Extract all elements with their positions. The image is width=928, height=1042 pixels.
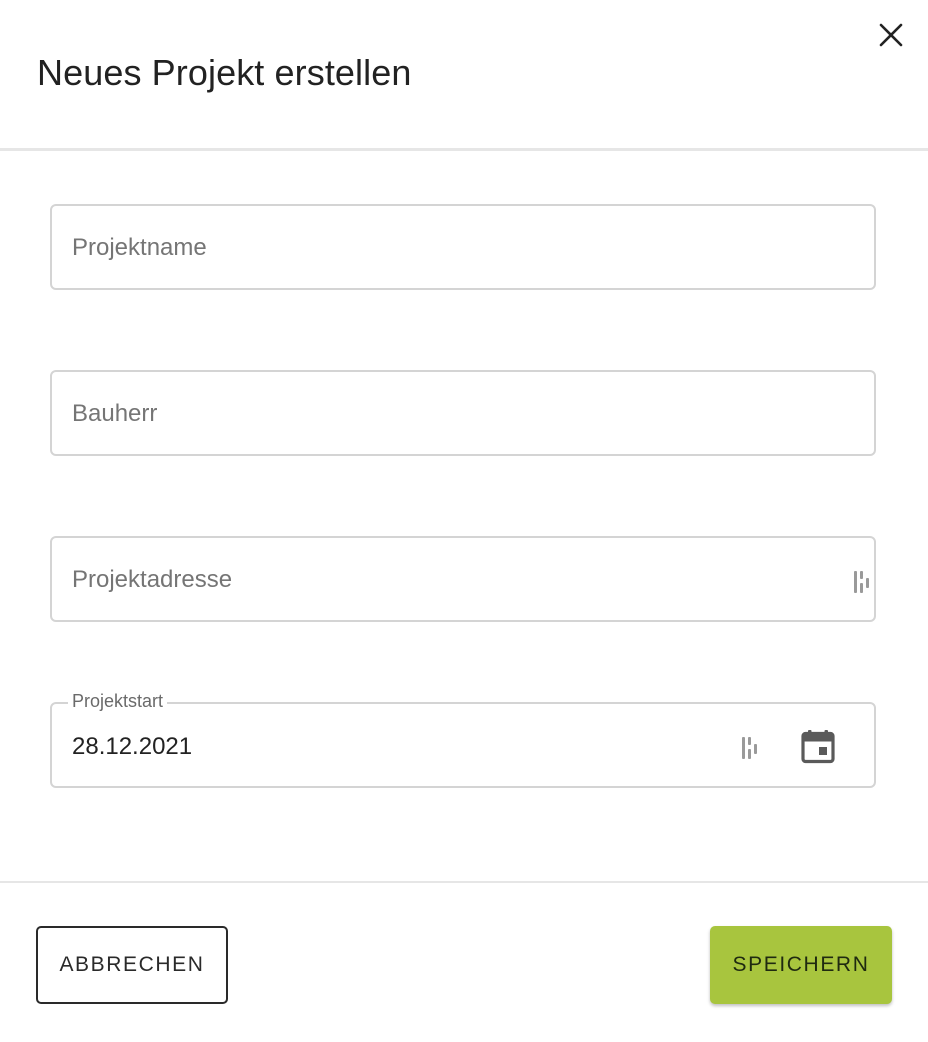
project-start-label: Projektstart [68,689,168,713]
footer-divider [0,881,928,883]
project-start-field[interactable]: Projektstart 28.12.2021 [50,689,876,788]
password-manager-icon[interactable] [740,736,760,760]
close-icon [879,23,903,47]
dialog-header: Neues Projekt erstellen [0,0,928,148]
project-address-input[interactable] [72,558,772,602]
password-manager-icon[interactable] [852,570,872,594]
project-address-field[interactable] [50,536,876,622]
project-start-value[interactable]: 28.12.2021 [72,731,192,763]
project-name-field[interactable] [50,204,876,290]
client-input[interactable] [72,392,772,436]
cancel-button[interactable]: ABBRECHEN [36,926,228,1004]
calendar-icon[interactable] [800,728,836,764]
project-name-input[interactable] [72,226,772,270]
close-button[interactable] [872,16,910,54]
create-project-dialog: Neues Projekt erstellen Projektstart 28.… [0,0,928,1042]
save-button[interactable]: SPEICHERN [710,926,892,1004]
dialog-title: Neues Projekt erstellen [37,52,412,93]
header-divider [0,148,928,151]
client-field[interactable] [50,370,876,456]
